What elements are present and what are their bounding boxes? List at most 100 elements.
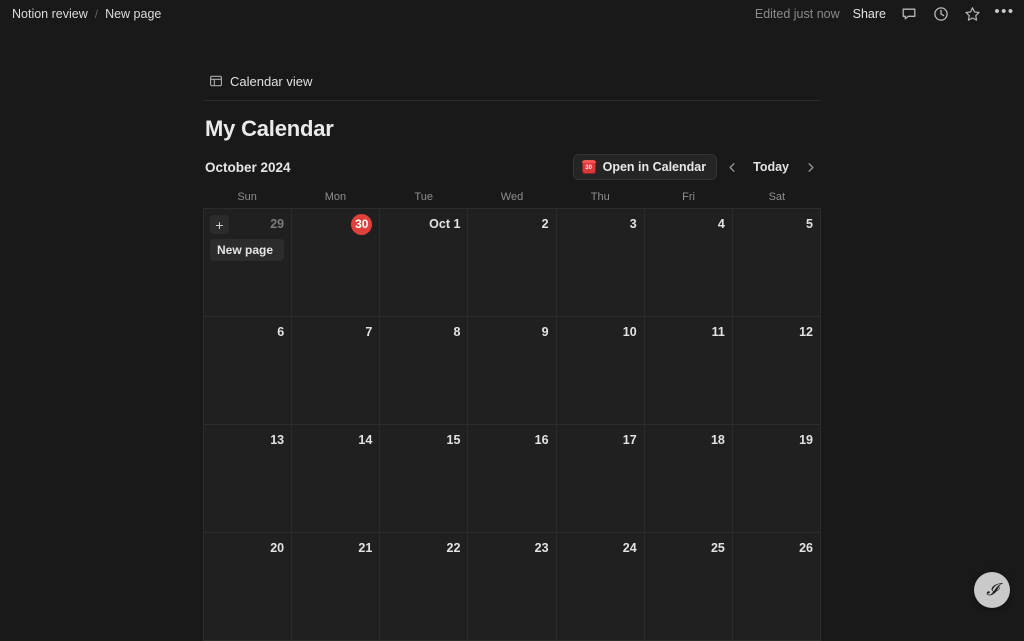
calendar-day-cell[interactable]: 12 — [733, 317, 821, 425]
tab-calendar-view[interactable]: Calendar view — [203, 72, 316, 91]
day-number-today: 30 — [351, 214, 372, 235]
calendar-toolbar: October 2024 Open in Calendar Today — [203, 151, 821, 183]
calendar-day-cell[interactable]: 5 — [733, 209, 821, 317]
day-number: 12 — [799, 323, 813, 342]
day-cell-header: 26 — [739, 538, 813, 558]
calendar-week-row: 13 14 15 16 17 18 19 — [204, 425, 821, 533]
calendar-day-cell[interactable]: 24 — [557, 533, 645, 641]
day-number: 22 — [447, 539, 461, 558]
calendar-day-cell[interactable]: 13 — [204, 425, 292, 533]
calendar-day-cell[interactable]: +29 New page — [204, 209, 292, 317]
calendar-day-cell[interactable]: 10 — [557, 317, 645, 425]
weekday-label-fri: Fri — [644, 187, 732, 208]
calendar-grid: +29New page30Oct 12345678910111213141516… — [203, 208, 821, 641]
day-number: 8 — [453, 323, 460, 342]
next-month-button[interactable] — [799, 155, 821, 179]
calendar-day-cell[interactable]: 22 — [380, 533, 468, 641]
day-cell-header: 22 — [386, 538, 460, 558]
calendar-day-cell[interactable]: 30 — [292, 209, 380, 317]
day-cell-header: 13 — [210, 430, 284, 450]
day-cell-header: 19 — [739, 430, 813, 450]
view-tab-bar: Calendar view — [203, 66, 821, 96]
calendar-day-cell[interactable]: 14 — [292, 425, 380, 533]
day-cell-header: 17 — [563, 430, 637, 450]
calendar-day-cell[interactable]: 7 — [292, 317, 380, 425]
day-cell-header: +29 — [210, 214, 284, 234]
day-number: 15 — [447, 431, 461, 450]
day-cell-header: 25 — [651, 538, 725, 558]
previous-month-button[interactable] — [721, 155, 743, 179]
day-cell-header: 20 — [210, 538, 284, 558]
day-cell-header: 16 — [474, 430, 548, 450]
calendar-day-cell[interactable]: 21 — [292, 533, 380, 641]
day-cell-header: 4 — [651, 214, 725, 234]
day-number: 10 — [623, 323, 637, 342]
day-cell-header: 21 — [298, 538, 372, 558]
page-content: Calendar view My Calendar October 2024 O… — [203, 0, 821, 641]
weekday-header-row: SunMonTueWedThuFriSat — [203, 187, 821, 208]
calendar-day-cell[interactable]: 23 — [468, 533, 556, 641]
day-number: 17 — [623, 431, 637, 450]
day-cell-header: 3 — [563, 214, 637, 234]
comment-icon[interactable] — [899, 5, 918, 24]
calendar-day-cell[interactable]: 26 — [733, 533, 821, 641]
breadcrumb-item-notion-review[interactable]: Notion review — [12, 7, 88, 21]
calendar-day-cell[interactable]: Oct 1 — [380, 209, 468, 317]
view-tabs-divider — [203, 100, 821, 101]
calendar-day-cell[interactable]: 20 — [204, 533, 292, 641]
calendar-day-cell[interactable]: 15 — [380, 425, 468, 533]
day-number: Oct 1 — [429, 215, 460, 234]
share-button[interactable]: Share — [853, 7, 886, 21]
page-title: My Calendar — [203, 116, 821, 142]
day-number: 24 — [623, 539, 637, 558]
day-cell-header: 23 — [474, 538, 548, 558]
day-number: 11 — [712, 323, 725, 342]
calendar-day-cell[interactable]: 16 — [468, 425, 556, 533]
weekday-label-wed: Wed — [468, 187, 556, 208]
day-number: 5 — [806, 215, 813, 234]
open-in-calendar-button[interactable]: Open in Calendar — [573, 154, 718, 180]
day-cell-header: 14 — [298, 430, 372, 450]
day-number: 4 — [718, 215, 725, 234]
star-favorite-icon[interactable] — [963, 5, 982, 24]
calendar-day-cell[interactable]: 3 — [557, 209, 645, 317]
today-button[interactable]: Today — [747, 156, 795, 178]
day-cell-header: 11 — [651, 322, 725, 342]
day-number: 3 — [630, 215, 637, 234]
day-number: 19 — [799, 431, 813, 450]
day-cell-header: 2 — [474, 214, 548, 234]
calendar-week-row: +29 New page 30 Oct 1 2 3 4 5 — [204, 209, 821, 317]
calendar-day-cell[interactable]: 18 — [645, 425, 733, 533]
calendar-day-cell[interactable]: 9 — [468, 317, 556, 425]
calendar-week-row: 6 7 89 10 11 12 — [204, 317, 821, 425]
calendar-day-cell[interactable]: 6 — [204, 317, 292, 425]
history-clock-icon[interactable] — [931, 5, 950, 24]
tab-calendar-view-label: Calendar view — [230, 74, 312, 89]
day-number: 6 — [277, 323, 284, 342]
day-cell-header: 5 — [739, 214, 813, 234]
calendar-day-cell[interactable]: 17 — [557, 425, 645, 533]
notion-ai-button[interactable]: 𝓘 — [974, 572, 1010, 608]
more-options-icon[interactable]: ••• — [995, 5, 1014, 24]
day-number: 26 — [799, 539, 813, 558]
calendar-day-cell[interactable]: 4 — [645, 209, 733, 317]
calendar-day-cell[interactable]: 2 — [468, 209, 556, 317]
add-page-button[interactable]: + — [210, 215, 229, 234]
day-number: 13 — [270, 431, 284, 450]
day-number: 7 — [365, 323, 372, 342]
calendar-day-cell[interactable]: 8 — [380, 317, 468, 425]
calendar-event-chip[interactable]: New page — [210, 239, 284, 261]
calendar-day-cell[interactable]: 11 — [645, 317, 733, 425]
breadcrumb-item-new-page[interactable]: New page — [105, 7, 161, 21]
day-cell-header: 10 — [563, 322, 637, 342]
day-number: 23 — [535, 539, 549, 558]
day-number: 16 — [535, 431, 549, 450]
day-cell-header: 12 — [739, 322, 813, 342]
calendar-day-cell[interactable]: 25 — [645, 533, 733, 641]
day-cell-header: 30 — [298, 214, 372, 234]
calendar-day-cell[interactable]: 19 — [733, 425, 821, 533]
day-number: 14 — [358, 431, 372, 450]
weekday-label-thu: Thu — [556, 187, 644, 208]
day-number: 21 — [358, 539, 372, 558]
open-in-calendar-label: Open in Calendar — [603, 160, 707, 174]
